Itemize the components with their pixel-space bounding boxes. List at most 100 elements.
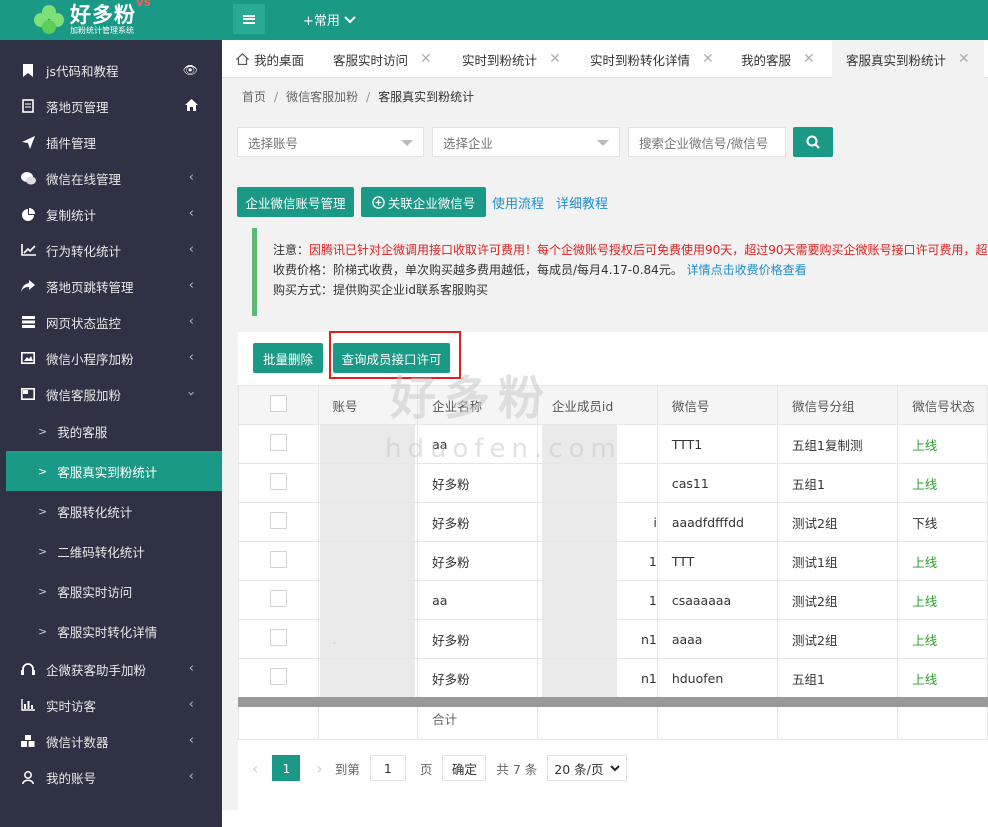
enterprise-select[interactable]: 选择企业 xyxy=(432,127,620,157)
tab-realtime-conversion[interactable]: 实时到粉转化详情 ✕ xyxy=(590,40,714,78)
sidebar-item-miniprogram[interactable]: 微信小程序加粉 ‹ xyxy=(6,340,222,376)
usage-flow-link[interactable]: 使用流程 xyxy=(492,193,544,212)
sidebar-item-label: 插件管理 xyxy=(46,135,97,151)
tab-real-fans-stats[interactable]: 客服真实到粉统计 ✕ xyxy=(832,40,984,78)
sidebar-subitem-conversion[interactable]: > 客服转化统计 xyxy=(6,491,222,531)
sidebar-item-landing-redirect[interactable]: 落地页跳转管理 ‹ xyxy=(6,268,222,304)
window-icon xyxy=(20,387,36,401)
sidebar-item-label: 客服实时访问 xyxy=(57,584,133,600)
sidebar-item-label: 落地页管理 xyxy=(46,99,109,115)
search-input-placeholder: 搜索企业微信号/微信号 xyxy=(639,135,769,151)
enterprise-select-placeholder: 选择企业 xyxy=(443,135,494,151)
sidebar-item-wechat-online[interactable]: 微信在线管理 ‹ xyxy=(6,160,222,196)
wechat-cell: csaaaaaa xyxy=(656,580,779,620)
sidebar-subitem-my-service[interactable]: > 我的客服 xyxy=(6,411,222,451)
tab-my-desktop[interactable]: 我的桌面 xyxy=(236,40,304,78)
close-icon[interactable]: ✕ xyxy=(958,51,970,67)
sidebar-subitem-real-fans[interactable]: > 客服真实到粉统计 xyxy=(6,451,222,491)
chevron-left-icon: ‹ xyxy=(188,278,194,293)
sidebar-item-behavior-stats[interactable]: 行为转化统计 ‹ xyxy=(6,232,222,268)
row-checkbox[interactable] xyxy=(269,668,287,685)
search-input[interactable]: 搜索企业微信号/微信号 xyxy=(628,127,786,157)
sidebar-item-wechat-service[interactable]: 微信客服加粉 ‹ xyxy=(6,376,222,412)
home-icon[interactable] xyxy=(185,99,198,114)
column-header: 微信号 xyxy=(656,385,779,425)
sidebar-item-label: 二维码转化统计 xyxy=(57,544,145,560)
wechat-icon xyxy=(20,171,36,185)
horizontal-scrollbar[interactable] xyxy=(238,697,988,707)
notice-line-1: 注意：因腾讯已针对企微调用接口收取许可费用！每个企微账号授权后可免费使用90天，… xyxy=(273,240,988,260)
manage-accounts-button[interactable]: 企业微信账号管理 xyxy=(237,187,354,217)
sidebar-item-label: 微信计数器 xyxy=(46,734,109,750)
sidebar-item-realtime-visitors[interactable]: 实时访客 ‹ xyxy=(6,687,222,723)
row-checkbox[interactable] xyxy=(269,590,287,607)
tab-my-service[interactable]: 我的客服 ✕ xyxy=(741,40,815,78)
enterprise-cell: aa xyxy=(417,580,538,620)
next-page-icon[interactable]: › xyxy=(316,759,322,778)
goto-confirm-button[interactable]: 确定 xyxy=(442,755,487,781)
common-menu-label: +常用 xyxy=(303,14,340,29)
logo[interactable]: 好多粉 加粉统计管理系统 VS xyxy=(0,0,222,40)
sidebar-subitem-realtime-detail[interactable]: > 客服实时转化详情 xyxy=(6,611,222,651)
bookmark-icon xyxy=(20,63,36,77)
close-icon[interactable]: ✕ xyxy=(803,51,815,67)
sidebar-item-page-monitor[interactable]: 网页状态监控 ‹ xyxy=(6,304,222,340)
row-checkbox[interactable] xyxy=(269,551,287,568)
sidebar-item-landing-pages[interactable]: 落地页管理 xyxy=(6,88,222,124)
tab-realtime-fans[interactable]: 实时到粉统计 ✕ xyxy=(462,40,561,78)
breadcrumb-home[interactable]: 首页 xyxy=(242,90,266,104)
page-size-select[interactable]: 20 条/页 xyxy=(547,755,628,781)
page-unit-label: 页 xyxy=(419,761,433,777)
watermark-text: 好多粉 xyxy=(390,371,552,425)
goto-page-input[interactable]: 1 xyxy=(369,755,406,781)
row-checkbox[interactable] xyxy=(269,473,287,490)
status-cell: 上线 xyxy=(897,580,988,620)
headset-icon xyxy=(20,662,36,676)
enterprise-cell: 好多粉 xyxy=(417,658,538,698)
notice-warning-text: 因腾讯已针对企微调用接口收取许可费用！每个企微账号授权后可免费使用90天，超过9… xyxy=(309,243,988,257)
row-checkbox[interactable] xyxy=(269,434,287,451)
menu-toggle-button[interactable] xyxy=(233,4,265,34)
wechat-cell: TTT1 xyxy=(656,424,779,464)
status-cell: 下线 xyxy=(897,502,988,542)
sidebar-item-label: 客服转化统计 xyxy=(57,504,133,520)
row-checkbox[interactable] xyxy=(269,512,287,529)
sidebar-item-label: 实时访客 xyxy=(46,698,97,714)
prev-page-icon[interactable]: ‹ xyxy=(252,759,258,778)
tab-realtime-visit[interactable]: 客服实时访问 ✕ xyxy=(333,40,432,78)
pagination: ‹ 1 › 到第 1 页 确定 共 7 条 20 条/页 xyxy=(238,750,628,786)
sidebar-item-plugins[interactable]: 插件管理 xyxy=(6,124,222,160)
account-select-placeholder: 选择账号 xyxy=(248,135,299,151)
tab-label: 客服实时访问 xyxy=(333,52,409,68)
page-1-button[interactable]: 1 xyxy=(272,755,301,781)
tutorial-link[interactable]: 详细教程 xyxy=(556,193,608,212)
close-icon[interactable]: ✕ xyxy=(702,51,714,67)
chevron-left-icon: ‹ xyxy=(188,661,194,676)
batch-delete-button[interactable]: 批量删除 xyxy=(253,343,323,373)
close-icon[interactable]: ✕ xyxy=(549,51,561,67)
sidebar: js代码和教程 👁 落地页管理 插件管理 微信在线管理 ‹ 复制统计 ‹ 行为转… xyxy=(0,40,222,827)
row-checkbox[interactable] xyxy=(269,629,287,646)
price-detail-link[interactable]: 详情点击收费价格查看 xyxy=(687,263,807,277)
group-cell: 测试2组 xyxy=(777,619,899,659)
sidebar-item-acquisition[interactable]: 企微获客助手加粉 ‹ xyxy=(6,651,222,687)
sidebar-subitem-qrcode[interactable]: > 二维码转化统计 xyxy=(6,531,222,571)
search-button[interactable] xyxy=(793,127,833,157)
send-icon xyxy=(20,135,36,149)
sidebar-item-my-account[interactable]: 我的账号 ‹ xyxy=(6,759,222,795)
link-enterprise-button[interactable]: 关联企业微信号 xyxy=(361,187,486,217)
select-all-checkbox[interactable] xyxy=(269,395,287,412)
common-menu-dropdown[interactable]: +常用 xyxy=(303,10,356,29)
chevron-right-icon: > xyxy=(38,584,48,598)
sidebar-item-label: 落地页跳转管理 xyxy=(46,279,134,295)
breadcrumb-section[interactable]: 微信客服加粉 xyxy=(286,90,358,104)
close-icon[interactable]: ✕ xyxy=(420,51,432,67)
eye-icon[interactable]: 👁 xyxy=(183,63,198,77)
select-all-cell xyxy=(238,385,319,425)
sidebar-subitem-realtime-visit[interactable]: > 客服实时访问 xyxy=(6,571,222,611)
watermark-url: hduofen.com xyxy=(385,434,622,464)
sidebar-item-copy-stats[interactable]: 复制统计 ‹ xyxy=(6,196,222,232)
sidebar-item-counter[interactable]: 微信计数器 ‹ xyxy=(6,723,222,759)
account-select[interactable]: 选择账号 xyxy=(237,127,424,157)
sidebar-item-js-code[interactable]: js代码和教程 👁 xyxy=(6,52,222,88)
